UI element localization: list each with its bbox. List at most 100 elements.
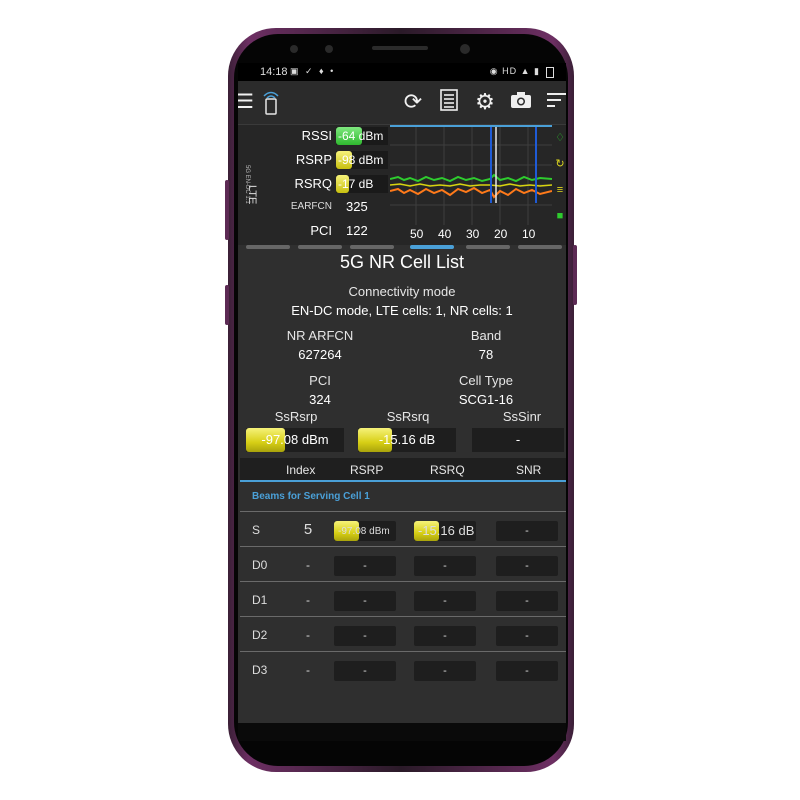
row-divider <box>240 511 566 512</box>
rsrq-cell: -15.16 dB <box>414 521 476 541</box>
rsrq-label: RSRQ <box>294 176 332 191</box>
settings-icon[interactable]: ⚙ <box>472 89 498 115</box>
signal-phone-icon <box>258 89 284 115</box>
page-indicator <box>238 243 566 251</box>
battery-icon <box>546 67 554 78</box>
cell-type-label: Cell Type <box>459 373 513 388</box>
page-indicator-segment[interactable] <box>298 245 342 249</box>
rsrp-value: - <box>363 630 367 642</box>
page-indicator-segment[interactable] <box>466 245 510 249</box>
signal-status-icon[interactable]: ♢ <box>554 131 566 145</box>
snr-value: - <box>525 630 529 642</box>
ssrsrp-value: -97.08 dBm <box>261 432 329 447</box>
page-indicator-segment[interactable] <box>518 245 562 249</box>
row-index: 5 <box>303 521 313 538</box>
snr-cell: - <box>496 556 558 576</box>
page-indicator-segment[interactable] <box>350 245 394 249</box>
row-label: D0 <box>252 558 268 572</box>
rsrp-value-box: -98 dBm <box>336 151 388 169</box>
rsrq-cell: - <box>414 626 476 646</box>
pci-value: 324 <box>309 392 331 407</box>
band-label: Band <box>470 328 502 343</box>
power-button <box>573 245 577 305</box>
page-indicator-segment[interactable] <box>246 245 290 249</box>
nr-arfcn-label: NR ARFCN <box>286 328 354 343</box>
log-icon[interactable] <box>436 89 462 115</box>
rsrq-cell: - <box>414 661 476 681</box>
page-indicator-segment-active[interactable] <box>410 245 454 249</box>
rsrq-value: - <box>443 595 447 607</box>
rsrp-value: -98 dBm <box>338 153 384 167</box>
menu-icon[interactable]: ☰ <box>238 89 258 115</box>
beam-table-header: Index RSRP RSRQ SNR <box>240 458 566 482</box>
rsrq-value: - <box>443 630 447 642</box>
connectivity-value: EN-DC mode, LTE cells: 1, NR cells: 1 <box>291 303 513 318</box>
sort-icon[interactable] <box>544 89 566 115</box>
rsrp-value: - <box>363 595 367 607</box>
row-label: D2 <box>252 628 268 642</box>
row-divider <box>240 581 566 582</box>
ssrsrp-value-box: -97.08 dBm <box>246 428 344 452</box>
graph-x-tick: 50 <box>410 227 424 241</box>
row-index: - <box>306 663 310 677</box>
ssrsrq-label: SsRsrq <box>386 409 430 424</box>
snr-cell: - <box>496 661 558 681</box>
sensor-dot <box>290 45 298 53</box>
front-camera <box>460 44 470 54</box>
screen: 14:18 ▣ ✓ ♦ • ◉ HD ▲ ▮ ☰ ⟳ ⚙ LTE 5G EN-D… <box>238 63 566 741</box>
app-toolbar: ☰ ⟳ ⚙ <box>238 81 566 125</box>
column-header-rsrq: RSRQ <box>430 463 465 477</box>
column-header-snr: SNR <box>516 463 542 477</box>
row-divider <box>240 546 566 547</box>
rsrq-value: - <box>443 665 447 677</box>
graph-x-tick: 40 <box>438 227 452 241</box>
volume-button <box>225 180 229 240</box>
cell-type-value: SCG1-16 <box>458 392 514 407</box>
snr-value: - <box>525 595 529 607</box>
rsrp-value: -97.08 dBm <box>338 526 390 537</box>
rsrp-cell: -97.08 dBm <box>334 521 396 541</box>
ssrsrq-value: -15.16 dB <box>378 432 436 447</box>
ssrsrp-label: SsRsrp <box>274 409 318 424</box>
snr-value: - <box>525 560 529 572</box>
pci-label: PCI <box>309 373 331 388</box>
ssrsrq-value-box: -15.16 dB <box>358 428 456 452</box>
row-label: D1 <box>252 593 268 607</box>
sssinr-value: - <box>515 432 521 447</box>
rssi-label: RSSI <box>301 128 332 143</box>
camera-icon[interactable] <box>508 89 534 115</box>
status-bar: 14:18 ▣ ✓ ♦ • ◉ HD ▲ ▮ <box>238 63 566 81</box>
status-time: 14:18 <box>260 66 288 78</box>
row-index: - <box>306 593 310 607</box>
page-title: 5G NR Cell List <box>339 252 465 272</box>
rsrq-value: -17 dB <box>338 177 374 191</box>
system-icons: ◉ HD ▲ ▮ <box>489 66 540 76</box>
sssinr-value-box: - <box>472 428 564 452</box>
snr-value: - <box>525 525 529 537</box>
list-status-icon[interactable]: ≡ <box>554 183 566 197</box>
band-value: 78 <box>478 347 494 362</box>
sensor-dot <box>325 45 333 53</box>
rsrp-value: - <box>363 665 367 677</box>
navigation-bar <box>238 723 566 741</box>
row-index: - <box>306 558 310 572</box>
row-divider <box>240 651 566 652</box>
rsrq-value-box: -17 dB <box>336 175 388 193</box>
rssi-value-box: -64 dBm <box>336 127 388 145</box>
refresh-icon[interactable]: ⟳ <box>400 89 426 115</box>
snr-value: - <box>525 665 529 677</box>
snr-cell: - <box>496 521 558 541</box>
snr-cell: - <box>496 591 558 611</box>
pci-value: 122 <box>346 223 368 238</box>
rsrq-cell: - <box>414 556 476 576</box>
column-header-rsrp: RSRP <box>350 463 384 477</box>
row-label: D3 <box>252 663 268 677</box>
graph-x-tick: 30 <box>466 227 480 241</box>
refresh-status-icon[interactable]: ↻ <box>554 157 566 171</box>
lock-icon[interactable]: ■ <box>554 209 566 223</box>
rsrp-value: - <box>363 560 367 572</box>
graph-x-tick: 20 <box>494 227 508 241</box>
row-divider <box>240 616 566 617</box>
connectivity-label: Connectivity mode <box>348 284 456 299</box>
row-index: - <box>306 628 310 642</box>
